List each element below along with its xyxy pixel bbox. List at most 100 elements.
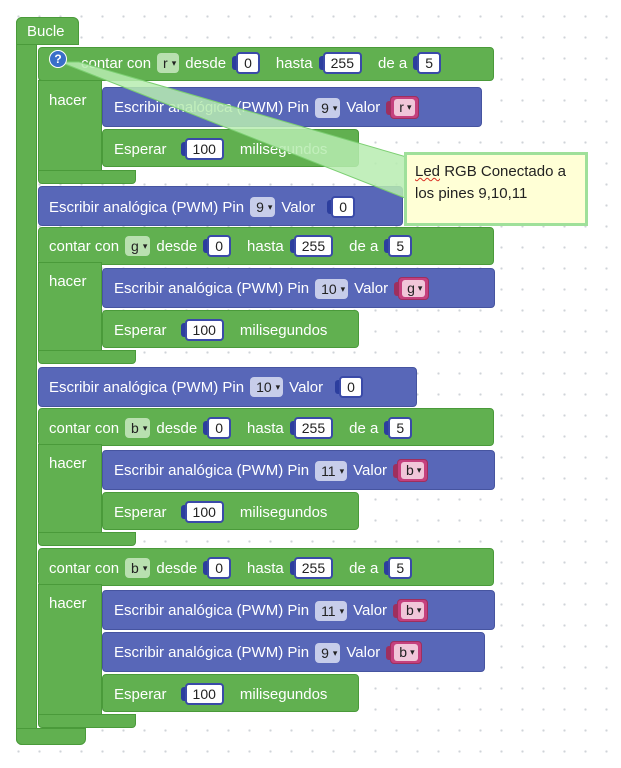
step-input[interactable]: 5 (384, 557, 413, 579)
ms-input[interactable]: 100 (180, 501, 224, 523)
pin-dropdown[interactable]: 9 ▾ (315, 97, 341, 118)
valor-label: Valor (346, 644, 381, 661)
chevron-down-icon: ▾ (267, 202, 273, 212)
desde-label: desde (156, 419, 198, 437)
value-var-block[interactable]: b ▾ (386, 641, 422, 664)
chevron-down-icon: ▾ (275, 382, 281, 392)
help-icon[interactable]: ? (49, 50, 67, 68)
hasta-label: hasta (247, 237, 284, 255)
de-a-label: de a (349, 559, 379, 577)
desde-label: desde (185, 54, 227, 72)
for-loop-footer-r (38, 170, 136, 184)
desde-label: desde (156, 559, 198, 577)
loop-block[interactable] (16, 17, 37, 745)
hasta-label: hasta (275, 54, 313, 72)
ms-label: milisegundos (239, 503, 328, 521)
wait-label: Esperar (114, 503, 167, 521)
value-input[interactable]: 0 (327, 196, 356, 218)
to-input[interactable]: 255 (289, 235, 334, 257)
value-var-block[interactable]: g ▾ (394, 277, 430, 300)
analog-write-label: Escribir analógica (PWM) Pin (49, 198, 245, 216)
loop-header[interactable]: Bucle (16, 17, 79, 45)
value-var-block[interactable]: b ▾ (393, 599, 429, 622)
value-var-block[interactable]: b ▾ (393, 459, 429, 482)
comment-bubble[interactable]: Led RGB Conectado a los pines 9,10,11 (404, 152, 588, 226)
pin-dropdown[interactable]: 10 ▾ (315, 278, 349, 299)
chevron-down-icon: ▾ (339, 605, 345, 616)
analog-write-label: Escribir analógica (PWM) Pin (49, 378, 245, 396)
chevron-down-icon: ▾ (340, 283, 346, 294)
chevron-down-icon: ▾ (406, 102, 412, 112)
to-input[interactable]: 255 (289, 417, 334, 439)
pin-dropdown[interactable]: 11 ▾ (315, 600, 348, 621)
step-input[interactable]: 5 (413, 52, 441, 74)
de-a-label: de a (349, 419, 379, 437)
for-loop-label: contar con (81, 54, 152, 72)
for-loop-label: contar con (49, 237, 120, 255)
var-dropdown-r[interactable]: r ▾ (157, 53, 180, 73)
wait-label: Esperar (114, 321, 167, 339)
pin-dropdown[interactable]: 9 ▾ (315, 642, 341, 663)
for-loop-label: contar con (49, 419, 120, 437)
valor-label: Valor (281, 198, 316, 216)
chevron-down-icon: ▾ (142, 241, 148, 251)
chevron-down-icon: ▾ (332, 647, 338, 658)
var-dropdown-g[interactable]: g ▾ (125, 236, 151, 256)
hacer-label: hacer (49, 92, 87, 109)
var-dropdown-b[interactable]: b ▾ (125, 558, 151, 578)
from-input[interactable]: 0 (203, 557, 232, 579)
valor-label: Valor (346, 99, 381, 116)
de-a-label: de a (349, 237, 379, 255)
chevron-down-icon: ▾ (416, 465, 422, 475)
pin-dropdown[interactable]: 10 ▾ (250, 377, 284, 397)
valor-label: Valor (354, 280, 389, 297)
ms-input[interactable]: 100 (180, 319, 224, 341)
analog-write-label: Escribir analógica (PWM) Pin (114, 99, 310, 116)
hacer-label: hacer (49, 273, 87, 290)
for-loop-footer-g (38, 350, 136, 364)
value-input[interactable]: 0 (335, 376, 363, 398)
valor-label: Valor (353, 462, 388, 479)
chevron-down-icon: ▾ (171, 58, 177, 68)
ms-label: milisegundos (239, 140, 328, 158)
from-input[interactable]: 0 (203, 235, 232, 257)
analog-write-label: Escribir analógica (PWM) Pin (114, 462, 310, 479)
to-input[interactable]: 255 (318, 52, 362, 74)
ms-input[interactable]: 100 (180, 683, 224, 705)
desde-label: desde (156, 237, 198, 255)
to-input[interactable]: 255 (289, 557, 334, 579)
de-a-label: de a (377, 54, 408, 72)
analog-write-label: Escribir analógica (PWM) Pin (114, 280, 310, 297)
chevron-down-icon: ▾ (410, 647, 415, 657)
chevron-down-icon: ▾ (142, 423, 148, 433)
valor-label: Valor (289, 378, 324, 396)
ms-input[interactable]: 100 (180, 138, 224, 160)
from-input[interactable]: 0 (232, 52, 260, 74)
analog-write-label: Escribir analógica (PWM) Pin (114, 644, 310, 661)
pin-dropdown[interactable]: 9 ▾ (250, 197, 276, 217)
wait-label: Esperar (114, 685, 167, 703)
analog-write-label: Escribir analógica (PWM) Pin (114, 602, 310, 619)
step-input[interactable]: 5 (384, 235, 413, 257)
for-loop-footer-b (38, 532, 136, 546)
ms-label: milisegundos (239, 321, 328, 339)
chevron-down-icon: ▾ (417, 283, 423, 293)
hasta-label: hasta (247, 419, 284, 437)
hacer-label: hacer (49, 455, 87, 472)
loop-footer (16, 728, 86, 745)
var-dropdown-b[interactable]: b ▾ (125, 418, 151, 438)
chevron-down-icon: ▾ (339, 465, 345, 476)
chevron-down-icon: ▾ (416, 605, 422, 615)
hacer-label: hacer (49, 595, 87, 612)
value-var-block[interactable]: r ▾ (386, 96, 419, 119)
from-input[interactable]: 0 (203, 417, 232, 439)
for-loop-footer-b2 (38, 714, 136, 728)
ms-label: milisegundos (239, 685, 328, 703)
hasta-label: hasta (247, 559, 284, 577)
pin-dropdown[interactable]: 11 ▾ (315, 460, 348, 481)
chevron-down-icon: ▾ (332, 102, 338, 113)
chevron-down-icon: ▾ (142, 563, 148, 573)
valor-label: Valor (353, 602, 388, 619)
step-input[interactable]: 5 (384, 417, 413, 439)
loop-label: Bucle (27, 23, 65, 40)
